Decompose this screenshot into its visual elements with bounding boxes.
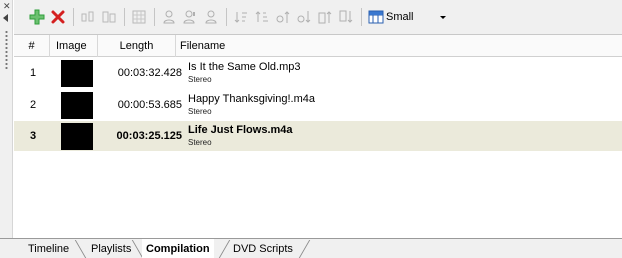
toolbar: Small [14, 0, 622, 34]
row-filename-cell: Is It the Same Old.mp3 Stereo [186, 61, 301, 85]
close-icon[interactable]: ✕ [3, 2, 11, 11]
tab-compilation[interactable]: Compilation [142, 239, 214, 258]
toolbar-separator [124, 8, 125, 26]
tab-label: Playlists [91, 242, 132, 255]
move-up-button[interactable] [273, 7, 293, 27]
row-channel-info: Stereo [188, 75, 212, 84]
user-add-icon [205, 10, 217, 24]
merge-icon [102, 11, 116, 23]
tab-label: DVD Scripts [233, 242, 293, 255]
toolbar-separator [226, 8, 227, 26]
table-row[interactable]: 2 00:00:53.685 Happy Thanksgiving!.m4a S… [14, 90, 622, 120]
tab-label: Compilation [146, 242, 210, 255]
user-button[interactable] [159, 7, 179, 27]
add-icon [29, 9, 45, 25]
tab-timeline[interactable]: Timeline [24, 239, 73, 258]
tab-dvd-scripts[interactable]: DVD Scripts [229, 239, 297, 258]
chevron-down-icon[interactable] [439, 15, 446, 19]
row-filename: Happy Thanksgiving!.m4a [188, 93, 315, 105]
user-edit-icon [183, 10, 195, 24]
toolbar-separator [73, 8, 74, 26]
sort-button[interactable] [231, 7, 251, 27]
move-up-icon [276, 11, 290, 23]
column-header-length[interactable]: Length [98, 34, 176, 57]
column-header-filename[interactable]: Filename [176, 35, 622, 57]
column-header-number[interactable]: # [14, 34, 50, 57]
view-size-dropdown[interactable]: Small [368, 7, 446, 27]
add-button[interactable] [27, 7, 47, 27]
tab-playlists[interactable]: Playlists [87, 239, 135, 258]
collapse-arrow-icon[interactable] [3, 14, 8, 22]
row-channel-info: Stereo [188, 107, 212, 116]
move-bottom-button[interactable] [336, 7, 356, 27]
remove-button[interactable] [48, 7, 68, 27]
toolbar-separator [154, 8, 155, 26]
bottom-tab-bar: Timeline Playlists Compilation DVD Scrip… [0, 238, 622, 258]
move-down-icon [297, 11, 311, 23]
row-number: 1 [29, 67, 37, 79]
row-filename-cell: Happy Thanksgiving!.m4a Stereo [186, 93, 315, 117]
sort-alt-icon [255, 11, 268, 22]
move-down-button[interactable] [294, 7, 314, 27]
tab-divider [74, 240, 87, 258]
row-length: 00:03:32.428 [117, 67, 182, 79]
row-number: 2 [29, 99, 37, 111]
panel-gutter: ✕ [0, 0, 13, 238]
compilation-list[interactable]: # Image Length Filename 1 00:03:32.428 I… [14, 34, 622, 238]
row-image-cell [50, 122, 98, 150]
column-header-image[interactable]: Image [50, 34, 98, 57]
move-bottom-icon [339, 10, 353, 23]
merge-button[interactable] [99, 7, 119, 27]
tab-label: Timeline [28, 242, 70, 255]
row-length: 00:03:25.125 [116, 130, 182, 142]
split-icon [81, 11, 94, 22]
row-image-cell [50, 59, 98, 87]
move-top-icon [318, 11, 332, 24]
move-top-button[interactable] [315, 7, 335, 27]
sort-alt-button[interactable] [252, 7, 272, 27]
split-button[interactable] [78, 7, 98, 27]
tab-divider [298, 240, 311, 258]
row-filename: Life Just Flows.m4a [188, 124, 293, 136]
grid-button[interactable] [129, 7, 149, 27]
grid-icon [132, 10, 146, 24]
user-add-button[interactable] [201, 7, 221, 27]
row-filename-cell: Life Just Flows.m4a Stereo [186, 124, 293, 148]
row-filename: Is It the Same Old.mp3 [188, 61, 301, 73]
thumbnail [61, 122, 93, 150]
list-header: # Image Length Filename [14, 34, 622, 57]
remove-icon [51, 10, 65, 24]
row-number: 3 [29, 130, 37, 142]
row-channel-info: Stereo [188, 138, 212, 147]
thumbnail [61, 91, 93, 119]
view-size-value: Small [386, 11, 414, 23]
drag-grip-icon[interactable] [5, 30, 8, 70]
user-icon [163, 10, 175, 24]
toolbar-separator [361, 8, 362, 26]
row-length: 00:00:53.685 [117, 99, 182, 111]
thumbnail [61, 59, 93, 87]
table-row-selected[interactable]: 3 00:03:25.125 Life Just Flows.m4a Stere… [14, 121, 622, 151]
row-image-cell [50, 91, 98, 119]
table-row[interactable]: 1 00:03:32.428 Is It the Same Old.mp3 St… [14, 58, 622, 88]
user-edit-button[interactable] [180, 7, 200, 27]
view-size-icon [368, 10, 384, 24]
sort-icon [234, 12, 247, 23]
